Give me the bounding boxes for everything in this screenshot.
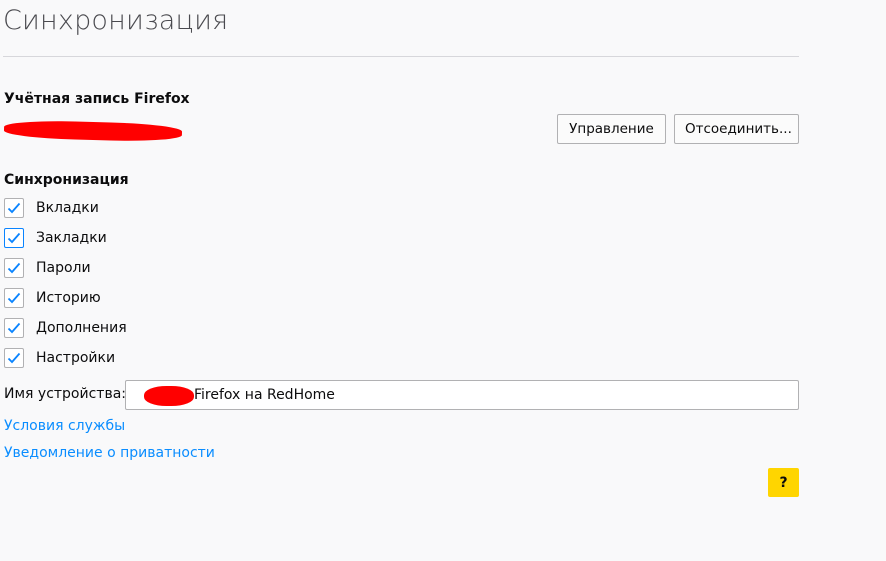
sync-item-history[interactable]: Историю bbox=[4, 287, 101, 309]
sync-item-passwords[interactable]: Пароли bbox=[4, 257, 91, 279]
passwords-checkbox[interactable] bbox=[4, 258, 24, 278]
settings-label: Настройки bbox=[36, 350, 116, 366]
addons-label: Дополнения bbox=[36, 320, 127, 336]
bookmarks-checkbox[interactable] bbox=[4, 228, 24, 248]
sync-item-settings[interactable]: Настройки bbox=[4, 347, 115, 369]
title-divider bbox=[3, 56, 799, 57]
checkmark-icon bbox=[7, 292, 21, 304]
account-heading: Учётная запись Firefox bbox=[4, 91, 190, 107]
privacy-notice-link[interactable]: Уведомление о приватности bbox=[4, 445, 215, 461]
device-name-input[interactable]: Firefox на RedHome bbox=[125, 380, 799, 410]
page-title: Синхронизация bbox=[3, 5, 229, 36]
sync-item-addons[interactable]: Дополнения bbox=[4, 317, 127, 339]
checkmark-icon bbox=[7, 352, 21, 364]
tabs-label: Вкладки bbox=[36, 200, 99, 216]
redacted-email bbox=[3, 119, 183, 143]
addons-checkbox[interactable] bbox=[4, 318, 24, 338]
passwords-label: Пароли bbox=[36, 260, 91, 276]
checkmark-icon bbox=[7, 232, 21, 244]
manage-account-button[interactable]: Управление bbox=[557, 114, 666, 144]
history-label: Историю bbox=[36, 290, 101, 306]
redacted-device-prefix bbox=[144, 386, 194, 406]
disconnect-button[interactable]: Отсоединить... bbox=[674, 114, 799, 144]
settings-checkbox[interactable] bbox=[4, 348, 24, 368]
bookmarks-label: Закладки bbox=[36, 230, 107, 246]
tabs-checkbox[interactable] bbox=[4, 198, 24, 218]
checkmark-icon bbox=[7, 322, 21, 334]
device-name-label: Имя устройства: bbox=[4, 386, 126, 402]
history-checkbox[interactable] bbox=[4, 288, 24, 308]
sync-item-tabs[interactable]: Вкладки bbox=[4, 197, 99, 219]
sync-heading: Синхронизация bbox=[4, 172, 129, 188]
sync-preferences-page: Синхронизация Учётная запись Firefox Упр… bbox=[0, 0, 886, 561]
device-name-value: Firefox на RedHome bbox=[194, 387, 335, 403]
help-button[interactable]: ? bbox=[768, 468, 799, 497]
checkmark-icon bbox=[7, 262, 21, 274]
checkmark-icon bbox=[7, 202, 21, 214]
terms-of-service-link[interactable]: Условия службы bbox=[4, 418, 125, 434]
sync-item-bookmarks[interactable]: Закладки bbox=[4, 227, 107, 249]
